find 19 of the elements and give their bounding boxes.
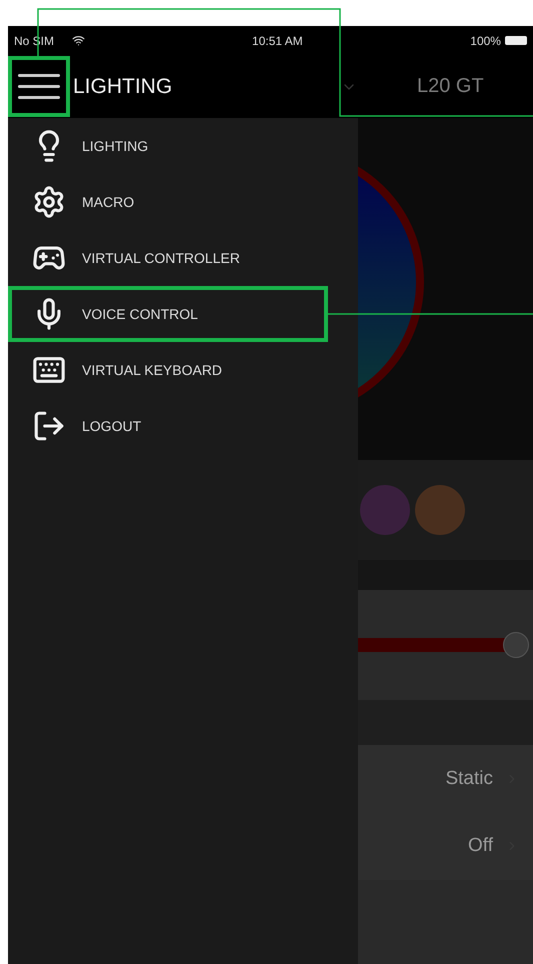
menu-item-icon xyxy=(32,409,66,443)
menu-item[interactable]: MACRO xyxy=(8,174,358,230)
menu-button[interactable] xyxy=(8,56,70,117)
color-swatch[interactable] xyxy=(415,485,465,535)
battery-icon xyxy=(504,36,527,44)
menu-item[interactable]: VIRTUAL CONTROLLER xyxy=(8,230,358,286)
battery-percent: 100% xyxy=(470,34,527,48)
screen-title: LIGHTING xyxy=(73,74,174,98)
menu-item[interactable]: LIGHTING xyxy=(8,118,358,174)
clock-time: 10:51 AM xyxy=(252,34,303,48)
color-swatch[interactable] xyxy=(360,485,410,535)
slider-thumb[interactable] xyxy=(502,632,528,658)
setting-value: Off xyxy=(468,835,493,858)
menu-item[interactable]: LOGOUT xyxy=(8,398,358,454)
device-name: L20 GT xyxy=(417,75,484,98)
menu-item[interactable]: VOICE CONTROL xyxy=(8,286,328,342)
menu-item-icon xyxy=(32,185,66,219)
menu-item[interactable]: VIRTUAL KEYBOARD xyxy=(8,342,358,398)
setting-value: Static xyxy=(445,768,493,790)
